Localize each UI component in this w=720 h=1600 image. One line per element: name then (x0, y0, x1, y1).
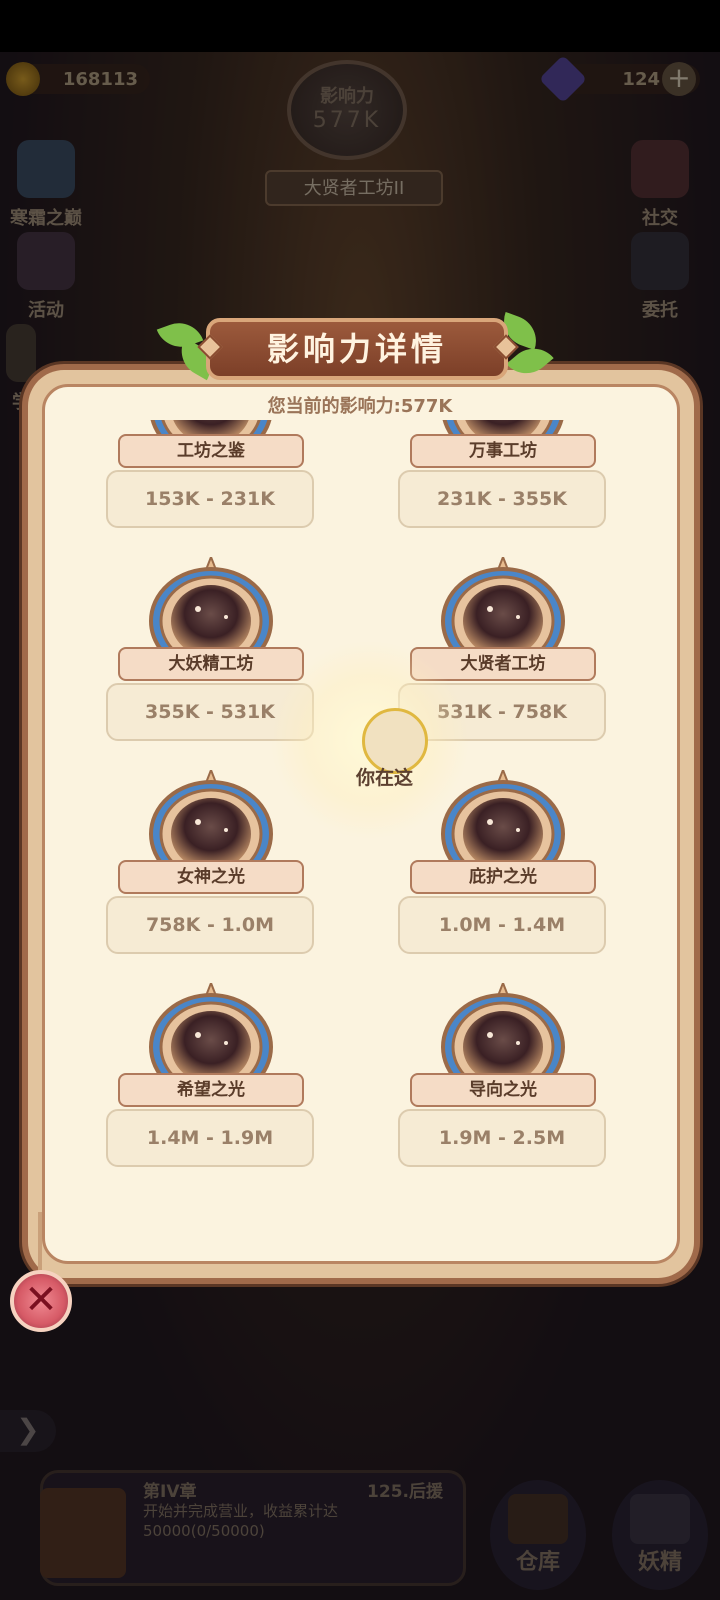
tier-name: 大妖精工坊 (118, 647, 304, 681)
current-influence: 您当前的影响力:577K (267, 396, 453, 417)
tier-name: 万事工坊 (410, 434, 596, 468)
tier-card: 希望之光 1.4M - 1.9M (106, 973, 316, 1173)
dialog-title: 影响力详情 (206, 318, 508, 380)
tier-name: 希望之光 (118, 1073, 304, 1107)
tier-range: 1.0M - 1.4M (398, 896, 606, 954)
tier-name: 导向之光 (410, 1073, 596, 1107)
you-are-here-label: 你在这 (356, 767, 414, 789)
tier-range: 231K - 355K (398, 470, 606, 528)
tier-name: 女神之光 (118, 860, 304, 894)
tier-range: 1.4M - 1.9M (106, 1109, 314, 1167)
tier-card: 万事工坊 231K - 355K (398, 420, 608, 534)
tier-range: 153K - 231K (106, 470, 314, 528)
tier-name: 工坊之鉴 (118, 434, 304, 468)
tier-card: 工坊之鉴 153K - 231K (106, 420, 316, 534)
tier-card: 导向之光 1.9M - 2.5M (398, 973, 608, 1173)
tier-name: 庇护之光 (410, 860, 596, 894)
tier-range: 758K - 1.0M (106, 896, 314, 954)
close-rope (38, 1212, 42, 1272)
close-button[interactable]: ✕ (10, 1270, 72, 1332)
status-bar (0, 0, 720, 52)
tier-range: 1.9M - 2.5M (398, 1109, 606, 1167)
